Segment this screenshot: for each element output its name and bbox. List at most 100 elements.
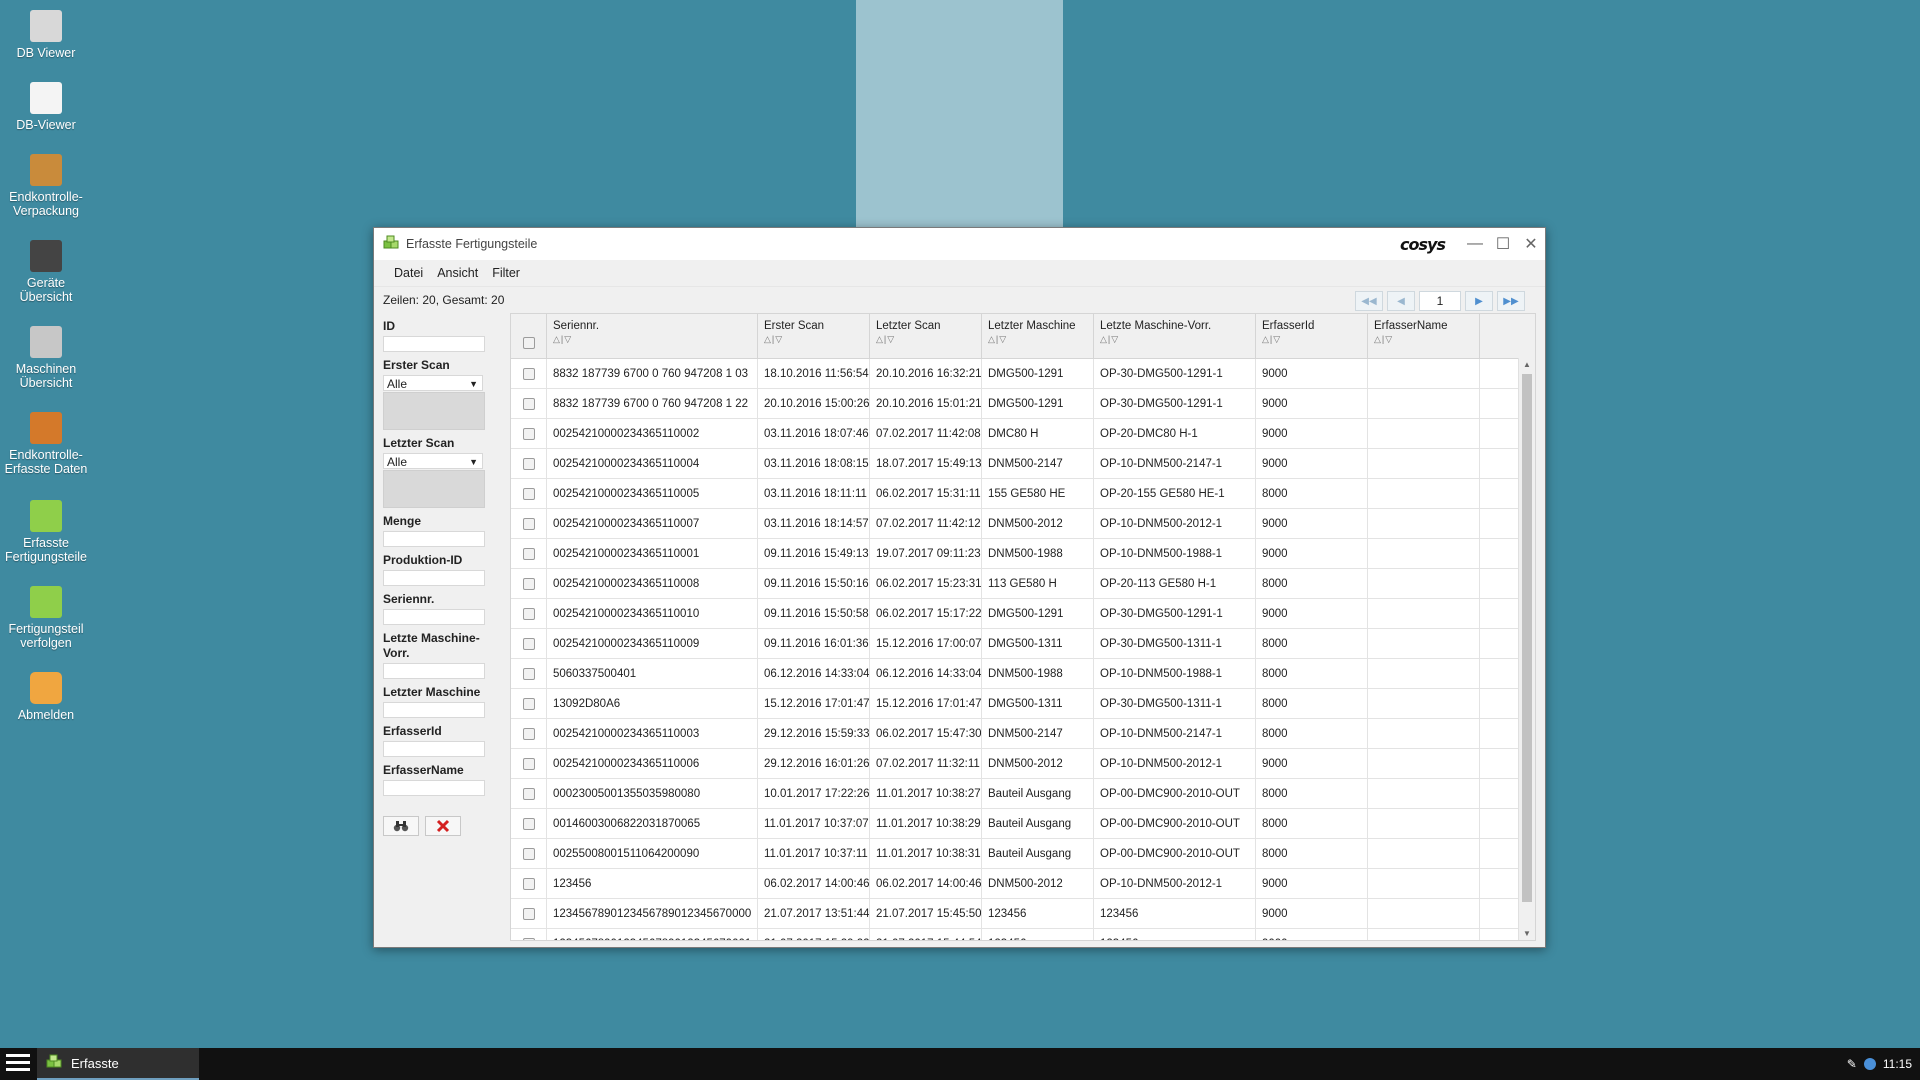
row-checkbox[interactable] <box>522 577 535 590</box>
menu-icon[interactable] <box>6 1054 30 1074</box>
row-checkbox[interactable] <box>522 637 535 650</box>
column-header-erster-scan[interactable]: Erster Scan △|▽ <box>758 314 870 358</box>
filter-seriennr-input[interactable] <box>383 609 485 625</box>
sort-arrows-icon[interactable]: △|▽ <box>553 334 751 345</box>
filter-erfasserid-input[interactable] <box>383 741 485 757</box>
row-checkbox[interactable] <box>522 667 535 680</box>
row-checkbox[interactable] <box>522 727 535 740</box>
row-checkbox[interactable] <box>522 847 535 860</box>
row-checkbox[interactable] <box>522 397 535 410</box>
search-button[interactable] <box>383 816 419 836</box>
filter-letzte-maschine-vorr-input[interactable] <box>383 663 485 679</box>
desktop-icon-6[interactable]: Erfasste Fertigungsteile <box>0 500 92 564</box>
previous-page-icon[interactable]: ◀ <box>1387 291 1415 311</box>
filter-produktion-input[interactable] <box>383 570 485 586</box>
row-checkbox[interactable] <box>522 517 535 530</box>
close-icon[interactable]: ✕ <box>1517 230 1545 258</box>
row-checkbox[interactable] <box>522 877 535 890</box>
column-header-seriennr[interactable]: Seriennr. △|▽ <box>547 314 758 358</box>
column-header-letzter-scan[interactable]: Letzter Scan △|▽ <box>870 314 982 358</box>
table-row[interactable]: 00023005001355035980080 10.01.2017 17:22:… <box>511 779 1535 809</box>
app-window[interactable]: Erfasste Fertigungsteile cosys — ☐ ✕ Dat… <box>373 227 1546 948</box>
desktop-icon-0[interactable]: DB Viewer <box>0 10 92 60</box>
filter-letzter-maschine-input[interactable] <box>383 702 485 718</box>
table-row[interactable]: 00254210000234365110005 03.11.2016 18:11:… <box>511 479 1535 509</box>
scroll-up-icon[interactable]: ▲ <box>1519 360 1535 369</box>
last-page-icon[interactable]: ▶▶ <box>1497 291 1525 311</box>
sort-arrows-icon[interactable]: △|▽ <box>988 334 1087 345</box>
table-row[interactable]: 00254210000234365110002 03.11.2016 18:07:… <box>511 419 1535 449</box>
table-row[interactable]: 00254210000234365110009 09.11.2016 16:01:… <box>511 629 1535 659</box>
menu-ansicht[interactable]: Ansicht <box>435 264 480 282</box>
table-row[interactable]: 123456789012345678901234567000121.07.201… <box>511 929 1535 940</box>
sort-arrows-icon[interactable]: △|▽ <box>876 334 975 345</box>
menu-datei[interactable]: Datei <box>392 264 425 282</box>
table-row[interactable]: 5060337500401 06.12.2016 14:33:04 06.12.20… <box>511 659 1535 689</box>
table-row[interactable]: 00254210000234365110003 29.12.2016 15:59:… <box>511 719 1535 749</box>
sort-arrows-icon[interactable]: △|▽ <box>764 334 863 345</box>
desktop-icon-3[interactable]: Geräte Übersicht <box>0 240 92 304</box>
scrollbar-thumb[interactable] <box>1522 374 1532 902</box>
pen-icon[interactable]: ✎ <box>1847 1057 1857 1071</box>
table-row[interactable]: 00146003006822031870065 11.01.2017 10:37:… <box>511 809 1535 839</box>
filter-id-input[interactable] <box>383 336 485 352</box>
table-row[interactable]: 00254210000234365110008 09.11.2016 15:50:… <box>511 569 1535 599</box>
row-checkbox[interactable] <box>522 817 535 830</box>
table-row[interactable]: 00254210000234365110004 03.11.2016 18:08:… <box>511 449 1535 479</box>
row-checkbox[interactable] <box>522 547 535 560</box>
desktop-icon-2[interactable]: Endkontrolle-Verpackung <box>0 154 92 218</box>
sort-arrows-icon[interactable]: △|▽ <box>1374 334 1473 345</box>
table-row[interactable]: 00254210000234365110006 29.12.2016 16:01:… <box>511 749 1535 779</box>
desktop-icon-7[interactable]: Fertigungsteil verfolgen <box>0 586 92 650</box>
row-checkbox[interactable] <box>522 427 535 440</box>
row-checkbox[interactable] <box>522 757 535 770</box>
sort-arrows-icon[interactable]: △|▽ <box>1262 334 1361 345</box>
table-row[interactable]: 8832 187739 6700 0 760 947208 1 03 18.10.… <box>511 359 1535 389</box>
table-row[interactable]: 00254210000234365110010 09.11.2016 15:50:… <box>511 599 1535 629</box>
row-select-cell <box>511 359 547 388</box>
select-all-checkbox[interactable] <box>522 337 535 349</box>
menu-filter[interactable]: Filter <box>490 264 522 282</box>
row-checkbox[interactable] <box>522 457 535 470</box>
desktop-icon-4[interactable]: Maschinen Übersicht <box>0 326 92 390</box>
row-checkbox[interactable] <box>522 697 535 710</box>
row-checkbox[interactable] <box>522 367 535 380</box>
sort-arrows-icon[interactable]: △|▽ <box>1100 334 1249 345</box>
row-checkbox[interactable] <box>522 907 535 920</box>
column-header-erfassername[interactable]: ErfasserName △|▽ <box>1368 314 1480 358</box>
first-page-icon[interactable]: ◀◀ <box>1355 291 1383 311</box>
filter-menge-input[interactable] <box>383 531 485 547</box>
table-row[interactable]: 00254210000234365110001 09.11.2016 15:49:… <box>511 539 1535 569</box>
filter-letzter-scan-select[interactable]: Alle ▼ <box>383 453 483 469</box>
row-checkbox[interactable] <box>522 607 535 620</box>
table-row[interactable]: 8832 187739 6700 0 760 947208 1 22 20.10.… <box>511 389 1535 419</box>
minimize-icon[interactable]: — <box>1461 230 1489 258</box>
window-titlebar[interactable]: Erfasste Fertigungsteile cosys — ☐ ✕ <box>374 228 1545 260</box>
table-row[interactable]: 1234567890123456789012345670000 21.07.201… <box>511 899 1535 929</box>
scroll-down-icon[interactable]: ▼ <box>1519 929 1535 938</box>
table-row[interactable]: 13092D80A6 15.12.2016 17:01:47 15.12.2016 … <box>511 689 1535 719</box>
row-checkbox[interactable] <box>522 937 535 940</box>
clear-filter-button[interactable] <box>425 816 461 836</box>
clock[interactable]: 11:15 <box>1883 1057 1912 1071</box>
filter-erfassername-input[interactable] <box>383 780 485 796</box>
filter-erster-scan-select[interactable]: Alle ▼ <box>383 375 483 391</box>
desktop-icon-5[interactable]: Endkontrolle-Erfasste Daten <box>0 412 92 476</box>
desktop-icon-1[interactable]: DB-Viewer <box>0 82 92 132</box>
row-checkbox[interactable] <box>522 787 535 800</box>
page-input[interactable]: 1 <box>1419 291 1461 311</box>
network-globe-icon[interactable] <box>1863 1057 1877 1071</box>
column-header-letzter-maschine[interactable]: Letzter Maschine △|▽ <box>982 314 1094 358</box>
table-row[interactable]: 123456 06.02.2017 14:00:46 06.02.2017 14:0… <box>511 869 1535 899</box>
maximize-icon[interactable]: ☐ <box>1489 230 1517 258</box>
next-page-icon[interactable]: ▶ <box>1465 291 1493 311</box>
taskbar-item-erfasste[interactable]: Erfasste <box>37 1048 199 1080</box>
desktop-icon-8[interactable]: Abmelden <box>0 672 92 722</box>
row-select-cell <box>511 539 547 568</box>
table-row[interactable]: 00254210000234365110007 03.11.2016 18:14:… <box>511 509 1535 539</box>
table-row[interactable]: 00255008001511064200090 11.01.2017 10:37:… <box>511 839 1535 869</box>
column-header-erfasserid[interactable]: ErfasserId △|▽ <box>1256 314 1368 358</box>
row-checkbox[interactable] <box>522 487 535 500</box>
vertical-scrollbar[interactable]: ▲ ▼ <box>1518 358 1535 940</box>
column-header-letzte-maschine-vorr[interactable]: Letzte Maschine-Vorr. △|▽ <box>1094 314 1256 358</box>
